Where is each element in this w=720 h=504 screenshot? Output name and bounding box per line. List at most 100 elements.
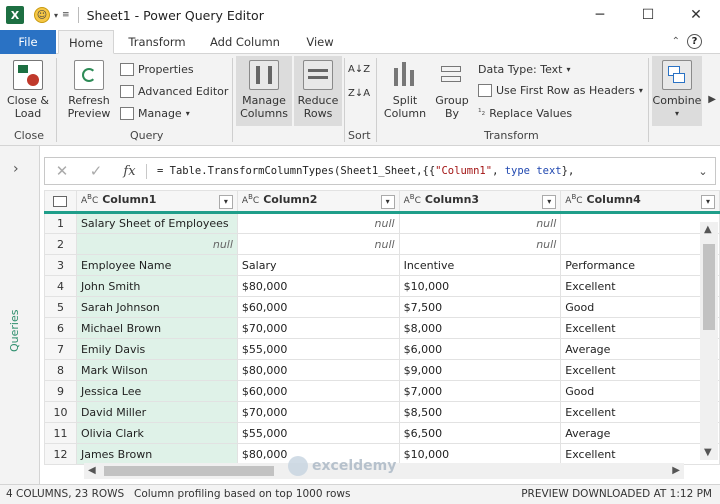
advanced-editor-button[interactable]: Advanced Editor (120, 82, 228, 100)
row-number[interactable]: 1 (44, 212, 77, 234)
table-row[interactable]: 5 Sarah Johnson $60,000 $7,500 Good (44, 296, 720, 318)
row-number[interactable]: 4 (44, 275, 77, 297)
table-row[interactable]: 1 Salary Sheet of Employees null null (44, 212, 720, 234)
table-cell[interactable]: Excellent (560, 317, 720, 339)
table-cell[interactable]: $6,500 (398, 422, 562, 444)
vertical-scrollbar[interactable]: ▲ ▼ (700, 222, 718, 460)
table-cell[interactable]: Jessica Lee (75, 380, 238, 402)
table-cell[interactable]: $55,000 (236, 422, 400, 444)
table-cell[interactable]: $60,000 (236, 380, 400, 402)
row-number[interactable]: 6 (44, 317, 77, 339)
group-by-button[interactable]: Group By (432, 60, 472, 120)
table-cell[interactable]: $70,000 (236, 317, 400, 339)
column-header-4[interactable]: ABC Column4 ▾ (560, 190, 720, 214)
table-cell[interactable]: Excellent (560, 275, 720, 297)
reduce-rows-button[interactable]: Reduce Rows (294, 56, 342, 126)
table-menu-button[interactable] (44, 190, 77, 214)
tab-view[interactable]: View (298, 30, 342, 54)
table-row[interactable]: 8 Mark Wilson $80,000 $9,000 Excellent (44, 359, 720, 381)
collapse-ribbon-icon[interactable]: ⌃ (672, 36, 680, 47)
table-cell[interactable]: John Smith (75, 275, 238, 297)
row-number[interactable]: 12 (44, 443, 77, 465)
sort-descending-button[interactable]: Z↓A (348, 84, 370, 102)
maximize-button[interactable]: ☐ (624, 0, 672, 30)
table-cell[interactable]: Salary (236, 254, 400, 276)
close-button[interactable]: ✕ (672, 0, 720, 30)
table-cell[interactable] (560, 233, 720, 255)
table-row[interactable]: 3 Employee Name Salary Incentive Perform… (44, 254, 720, 276)
column-header-1[interactable]: ABC Column1 ▾ (75, 190, 238, 214)
filter-dropdown-icon[interactable]: ▾ (218, 195, 233, 209)
table-cell[interactable]: null (75, 233, 238, 255)
chevron-down-icon[interactable]: ▾ (54, 11, 58, 20)
table-cell[interactable]: $6,000 (398, 338, 562, 360)
row-number[interactable]: 3 (44, 254, 77, 276)
table-row[interactable]: 9 Jessica Lee $60,000 $7,000 Good (44, 380, 720, 402)
scroll-left-icon[interactable]: ◀ (88, 465, 96, 476)
row-number[interactable]: 5 (44, 296, 77, 318)
table-cell[interactable]: $9,000 (398, 359, 562, 381)
table-row[interactable]: 4 John Smith $80,000 $10,000 Excellent (44, 275, 720, 297)
table-cell[interactable]: Employee Name (75, 254, 238, 276)
tab-home[interactable]: Home (58, 30, 114, 54)
replace-values-button[interactable]: ¹₂ Replace Values (478, 104, 572, 122)
table-cell[interactable]: Performance (560, 254, 720, 276)
filter-dropdown-icon[interactable]: ▾ (380, 195, 395, 209)
table-cell[interactable]: null (236, 233, 400, 255)
expand-queries-icon[interactable]: › (13, 161, 19, 177)
column-header-2[interactable]: ABC Column2 ▾ (236, 190, 400, 214)
fx-icon[interactable]: fx (113, 163, 147, 179)
scroll-right-icon[interactable]: ▶ (672, 465, 680, 476)
text-type-icon[interactable]: ABC (242, 193, 259, 206)
table-cell[interactable]: $70,000 (236, 401, 400, 423)
table-cell[interactable]: Average (560, 422, 720, 444)
filter-dropdown-icon[interactable]: ▾ (701, 195, 715, 209)
sort-ascending-button[interactable]: A↓Z (348, 60, 370, 78)
refresh-preview-button[interactable]: Refresh Preview (62, 60, 116, 120)
use-first-row-button[interactable]: Use First Row as Headers ▾ (478, 81, 643, 99)
row-number[interactable]: 9 (44, 380, 77, 402)
row-number[interactable]: 7 (44, 338, 77, 360)
table-cell[interactable]: null (236, 212, 400, 234)
table-cell[interactable]: $60,000 (236, 296, 400, 318)
table-cell[interactable]: Excellent (560, 401, 720, 423)
tab-transform[interactable]: Transform (122, 30, 192, 54)
table-cell[interactable]: Michael Brown (75, 317, 238, 339)
row-number[interactable]: 8 (44, 359, 77, 381)
table-cell[interactable]: Excellent (560, 443, 720, 465)
ribbon-scroll-right-icon[interactable]: ▶ (708, 94, 716, 105)
status-profiling-mode[interactable]: Column profiling based on top 1000 rows (134, 488, 350, 500)
text-type-icon[interactable]: ABC (565, 193, 582, 206)
table-cell[interactable]: David Miller (75, 401, 238, 423)
commit-formula-icon[interactable]: ✓ (79, 162, 113, 180)
table-cell[interactable]: $80,000 (236, 359, 400, 381)
table-cell[interactable]: null (398, 233, 562, 255)
table-cell[interactable]: Excellent (560, 359, 720, 381)
table-cell[interactable]: $10,000 (398, 275, 562, 297)
table-row[interactable]: 7 Emily Davis $55,000 $6,000 Average (44, 338, 720, 360)
table-cell[interactable]: $8,000 (398, 317, 562, 339)
row-number[interactable]: 2 (44, 233, 77, 255)
scroll-up-icon[interactable]: ▲ (704, 224, 712, 235)
data-type-dropdown[interactable]: Data Type: Text ▾ (478, 60, 571, 78)
text-type-icon[interactable]: ABC (404, 193, 421, 206)
table-cell[interactable]: null (398, 212, 562, 234)
queries-label[interactable]: Queries (8, 310, 21, 352)
table-cell[interactable]: Mark Wilson (75, 359, 238, 381)
table-cell[interactable]: $7,000 (398, 380, 562, 402)
expand-formula-icon[interactable]: ⌄ (691, 165, 715, 178)
table-row[interactable]: 2 null null null (44, 233, 720, 255)
cancel-formula-icon[interactable]: ✕ (45, 162, 79, 180)
manage-button[interactable]: Manage ▾ (120, 104, 190, 122)
row-number[interactable]: 11 (44, 422, 77, 444)
close-load-button[interactable]: Close & Load (4, 60, 52, 120)
formula-input[interactable]: = Table.TransformColumnTypes(Sheet1_Shee… (147, 165, 691, 177)
properties-button[interactable]: Properties (120, 60, 194, 78)
table-cell[interactable]: Salary Sheet of Employees (75, 212, 238, 234)
table-cell[interactable]: Emily Davis (75, 338, 238, 360)
customize-qat-icon[interactable]: ≡ (62, 10, 70, 20)
filter-dropdown-icon[interactable]: ▾ (542, 195, 557, 209)
table-cell[interactable]: Good (560, 380, 720, 402)
table-cell[interactable]: $7,500 (398, 296, 562, 318)
table-cell[interactable]: Olivia Clark (75, 422, 238, 444)
